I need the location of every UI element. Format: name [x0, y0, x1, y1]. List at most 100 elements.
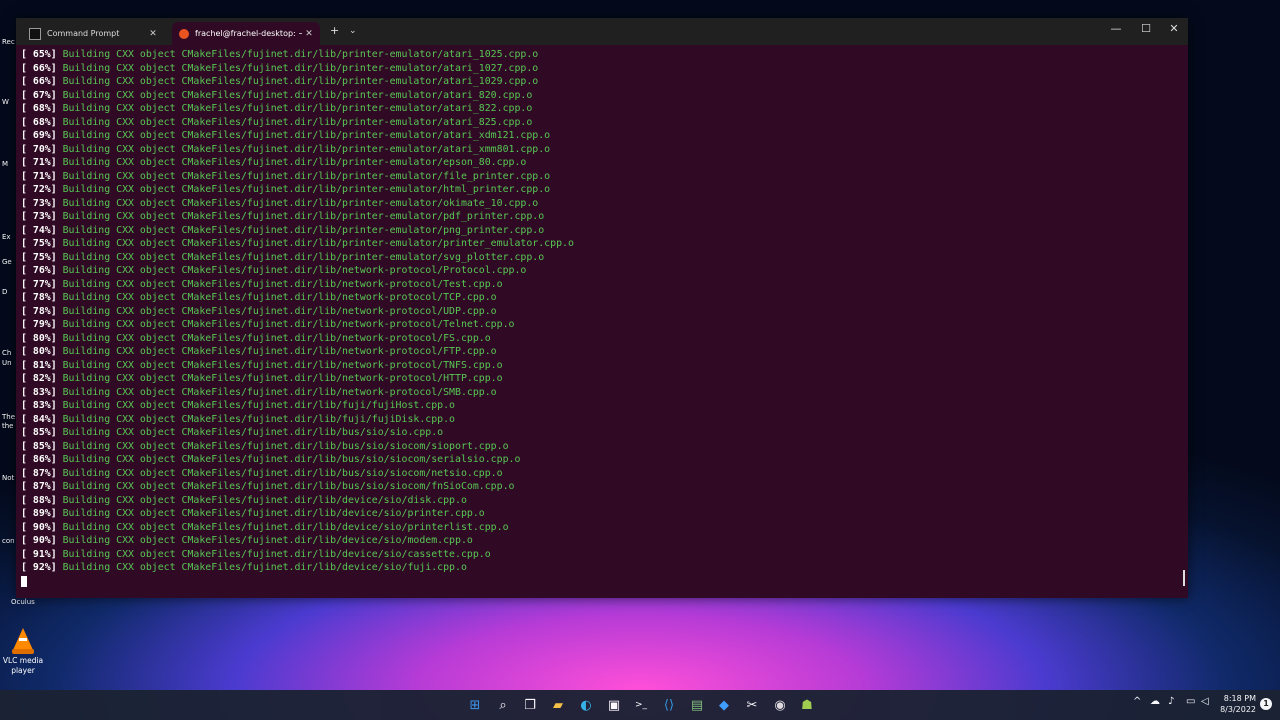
build-percent: [ 71%] [21, 157, 57, 168]
build-message: Building CXX object CMakeFiles/fujinet.d… [56, 184, 551, 195]
scrollbar-thumb[interactable] [1183, 570, 1185, 586]
terminal-line: [ 73%] Building CXX object CMakeFiles/fu… [21, 210, 1188, 224]
desktop-icon-label[interactable]: Ex [2, 233, 11, 241]
build-percent: [ 78%] [21, 292, 57, 303]
tab-command-prompt[interactable]: Command Prompt ✕ [22, 22, 164, 45]
network-icon[interactable]: ▭ [1186, 696, 1195, 707]
microphone-icon[interactable]: ♪ [1168, 696, 1174, 707]
terminal-line: [ 75%] Building CXX object CMakeFiles/fu… [21, 251, 1188, 265]
desktop-icon-label[interactable]: M [2, 160, 8, 168]
clock-time: 8:18 PM [1223, 694, 1256, 703]
terminal-line: [ 87%] Building CXX object CMakeFiles/fu… [21, 480, 1188, 494]
desktop-icon-label[interactable]: The [2, 413, 15, 421]
android-icon[interactable]: ☗ [798, 696, 816, 714]
build-percent: [ 77%] [21, 278, 57, 290]
build-message: Building CXX object CMakeFiles/fujinet.d… [56, 467, 503, 479]
minimize-icon[interactable]: — [1102, 22, 1130, 35]
desktop-icon-label[interactable]: Ge [2, 258, 12, 266]
desktop-icon-label[interactable]: Rec [2, 38, 15, 46]
build-percent: [ 73%] [21, 197, 57, 209]
terminal-line: [ 87%] Building CXX object CMakeFiles/fu… [21, 467, 1188, 481]
desktop-icons-strip: Rec W M Ex Ge D Ch Un The the Not con Oculus [0, 0, 35, 606]
desktop-icon-label[interactable]: W [2, 98, 9, 106]
build-message: Building CXX object CMakeFiles/fujinet.d… [56, 76, 539, 87]
clock-date: 8/3/2022 [1220, 705, 1256, 714]
edge-icon[interactable]: ◐ [577, 696, 595, 714]
build-message: Building CXX object CMakeFiles/fujinet.d… [56, 62, 539, 74]
task-view-icon[interactable]: ❐ [521, 696, 539, 714]
app-icon[interactable]: ◆ [715, 696, 733, 714]
build-percent: [ 83%] [21, 386, 57, 398]
chevron-up-icon[interactable]: ^ [1133, 696, 1141, 707]
build-message: Building CXX object CMakeFiles/fujinet.d… [56, 521, 509, 533]
terminal-line: [ 71%] Building CXX object CMakeFiles/fu… [21, 170, 1188, 184]
terminal-line: [ 90%] Building CXX object CMakeFiles/fu… [21, 521, 1188, 535]
build-percent: [ 88%] [21, 494, 57, 506]
build-percent: [ 90%] [21, 535, 57, 546]
notepad-icon[interactable]: ▤ [688, 696, 706, 714]
search-icon[interactable]: ⌕ [494, 696, 512, 714]
snipping-icon[interactable]: ✂ [743, 696, 761, 714]
build-percent: [ 79%] [21, 319, 57, 330]
build-percent: [ 90%] [21, 521, 57, 533]
chevron-down-icon[interactable]: ⌄ [349, 26, 357, 36]
desktop-icon-label[interactable]: Oculus [11, 598, 35, 606]
build-percent: [ 83%] [21, 400, 57, 411]
terminal-icon[interactable]: >_ [632, 696, 650, 714]
build-message: Building CXX object CMakeFiles/fujinet.d… [56, 197, 539, 209]
terminal-line: [ 83%] Building CXX object CMakeFiles/fu… [21, 399, 1188, 413]
terminal-line: [ 77%] Building CXX object CMakeFiles/fu… [21, 278, 1188, 292]
terminal-line: [ 83%] Building CXX object CMakeFiles/fu… [21, 386, 1188, 400]
store-icon[interactable]: ▣ [605, 696, 623, 714]
vscode-icon[interactable]: ⟨⟩ [660, 696, 678, 714]
terminal-line: [ 69%] Building CXX object CMakeFiles/fu… [21, 129, 1188, 143]
system-clock[interactable]: 8:18 PM 8/3/2022 [1220, 693, 1256, 715]
desktop-icon-label[interactable]: Not [2, 474, 14, 482]
build-message: Building CXX object CMakeFiles/fujinet.d… [56, 332, 491, 344]
desktop-icon-label[interactable]: con [2, 537, 15, 545]
terminal-line: [ 80%] Building CXX object CMakeFiles/fu… [21, 332, 1188, 346]
terminal-line: [ 88%] Building CXX object CMakeFiles/fu… [21, 494, 1188, 508]
new-tab-icon[interactable]: + [330, 24, 339, 37]
taskbar: ⊞ ⌕ ❐ ▰ ◐ ▣ >_ ⟨⟩ ▤ ◆ ✂ ◉ ☗ ^ ☁ ♪ ▭ ◁ 8:18 PM 8/3/20… [0, 690, 1280, 720]
build-percent: [ 86%] [21, 454, 57, 465]
desktop-icon-label[interactable]: the [2, 422, 14, 430]
file-explorer-icon[interactable]: ▰ [549, 696, 567, 714]
build-percent: [ 72%] [21, 184, 57, 195]
terminal-line: [ 75%] Building CXX object CMakeFiles/fu… [21, 237, 1188, 251]
build-message: Building CXX object CMakeFiles/fujinet.d… [56, 319, 515, 330]
build-percent: [ 75%] [21, 251, 57, 263]
build-message: Building CXX object CMakeFiles/fujinet.d… [56, 224, 545, 236]
terminal-output[interactable]: [ 65%] Building CXX object CMakeFiles/fu… [16, 45, 1188, 598]
tab-ubuntu-shell[interactable]: frachel@frachel-desktop: ~/fu ✕ [172, 22, 320, 45]
build-message: Building CXX object CMakeFiles/fujinet.d… [56, 386, 497, 398]
close-icon[interactable]: ✕ [146, 29, 160, 39]
terminal-line: [ 84%] Building CXX object CMakeFiles/fu… [21, 413, 1188, 427]
terminal-line: [ 68%] Building CXX object CMakeFiles/fu… [21, 102, 1188, 116]
build-message: Building CXX object CMakeFiles/fujinet.d… [56, 359, 503, 371]
terminal-line: [ 74%] Building CXX object CMakeFiles/fu… [21, 224, 1188, 238]
build-message: Building CXX object CMakeFiles/fujinet.d… [56, 548, 491, 560]
windows-start-icon[interactable]: ⊞ [466, 696, 484, 714]
prompt-line[interactable] [21, 575, 1188, 589]
build-percent: [ 78%] [21, 305, 57, 317]
build-message: Building CXX object CMakeFiles/fujinet.d… [56, 130, 551, 141]
terminal-line: [ 85%] Building CXX object CMakeFiles/fu… [21, 426, 1188, 440]
desktop-icon-label[interactable]: Un [2, 359, 12, 367]
ubuntu-icon [179, 28, 189, 39]
close-icon[interactable]: ✕ [302, 29, 316, 39]
notification-badge[interactable]: 1 [1260, 698, 1272, 710]
build-message: Building CXX object CMakeFiles/fujinet.d… [56, 494, 467, 506]
close-window-icon[interactable]: ✕ [1160, 22, 1188, 35]
terminal-line: [ 76%] Building CXX object CMakeFiles/fu… [21, 264, 1188, 278]
terminal-line: [ 92%] Building CXX object CMakeFiles/fu… [21, 561, 1188, 575]
cloud-icon[interactable]: ☁ [1150, 696, 1160, 707]
desktop-icon-vlc[interactable]: VLC media player [0, 628, 46, 676]
build-message: Building CXX object CMakeFiles/fujinet.d… [56, 143, 551, 155]
desktop-icon-label[interactable]: Ch [2, 349, 11, 357]
desktop-icon-label[interactable]: D [2, 288, 7, 296]
chrome-icon[interactable]: ◉ [771, 696, 789, 714]
maximize-icon[interactable]: ☐ [1132, 22, 1160, 35]
volume-icon[interactable]: ◁ [1201, 696, 1209, 707]
terminal-line: [ 80%] Building CXX object CMakeFiles/fu… [21, 345, 1188, 359]
